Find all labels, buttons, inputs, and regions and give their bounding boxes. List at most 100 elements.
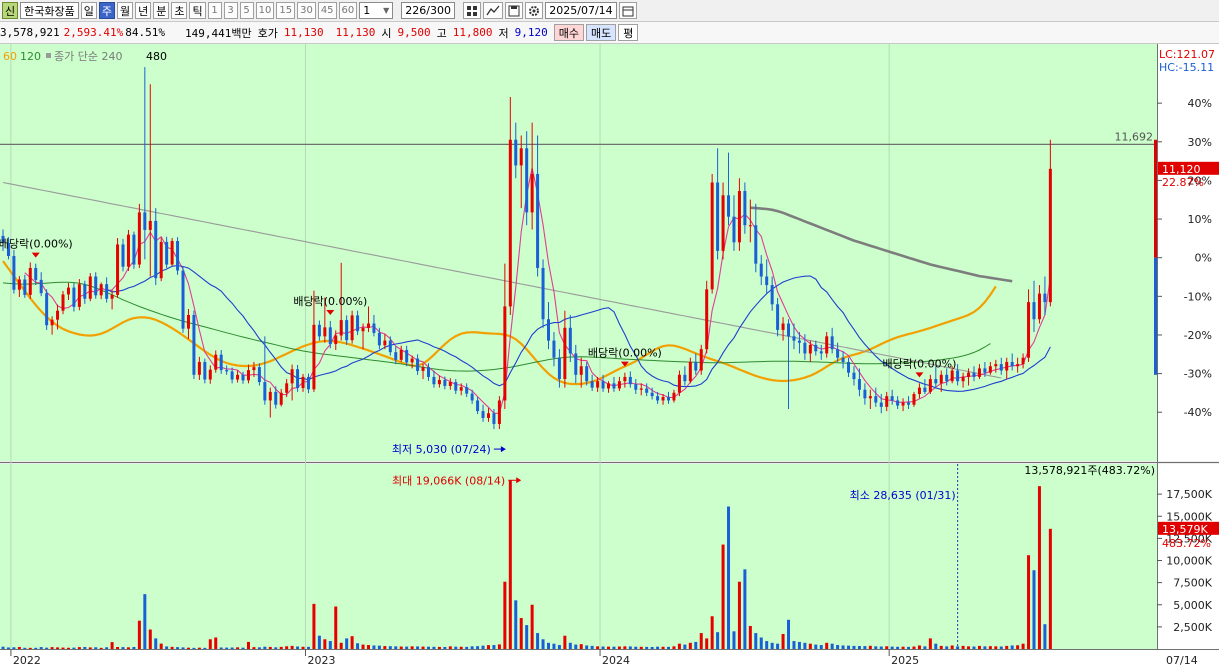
candle-body [366, 323, 370, 328]
interval-10[interactable]: 10 [255, 2, 275, 19]
volume-bar [77, 647, 81, 649]
volume-bar [1048, 528, 1052, 649]
candle-body [39, 279, 43, 294]
period-year[interactable]: 년 [135, 2, 152, 19]
candle-body [66, 287, 70, 295]
candle-body [426, 367, 430, 377]
grid-icon[interactable] [463, 2, 482, 19]
volume-bar [301, 646, 305, 649]
volume-bar [825, 642, 829, 649]
candle-body [639, 388, 643, 390]
period-second[interactable]: 초 [171, 2, 188, 19]
candle-body [612, 383, 616, 389]
candle-body [754, 225, 758, 264]
date-field[interactable]: 2025/07/14 [545, 2, 617, 19]
volume-bar [634, 646, 638, 649]
volume-bar [225, 647, 229, 649]
interval-60[interactable]: 60 [338, 2, 358, 19]
volume-bar [852, 645, 856, 649]
period-week[interactable]: 주 [98, 2, 115, 19]
volume-bar [476, 646, 480, 649]
candle-body [186, 314, 190, 329]
candle-body [879, 402, 883, 407]
volume-bar [143, 594, 147, 649]
period-minute[interactable]: 분 [153, 2, 170, 19]
candle-body [432, 376, 436, 385]
interval-15[interactable]: 15 [276, 2, 296, 19]
volume-bar [274, 647, 278, 649]
candle-body [514, 139, 518, 166]
volume-bar [132, 646, 136, 649]
period-month[interactable]: 월 [116, 2, 134, 19]
market-badge[interactable]: 신 [2, 2, 19, 19]
low-annotation: 최저 5,030 (07/24) [392, 443, 491, 456]
volume-bar [366, 645, 370, 649]
y-tick-label: -20% [1184, 329, 1212, 342]
quote-low: 9,120 [514, 26, 548, 39]
volume-bar [967, 646, 971, 649]
candle-body [28, 267, 32, 295]
price-volume-chart[interactable]: 11,692 배당락(0.00%) 배당락(0.00%) 배당락(0.00%) 배당락… [0, 44, 1219, 669]
candle-body [797, 340, 801, 343]
volume-bar [503, 581, 507, 649]
current-volume-pct-label: 483.72% [1162, 537, 1211, 550]
display-count-field[interactable]: 226/300 [401, 2, 456, 19]
count-select-value: 1 [363, 4, 371, 17]
candle-body [574, 353, 578, 375]
calendar-icon[interactable] [618, 2, 637, 19]
candle-body [459, 387, 463, 391]
volume-bar [928, 638, 932, 649]
dividend-label: 배당락(0.00%) [588, 347, 662, 360]
candle-body [705, 289, 709, 350]
candle-body [192, 314, 196, 375]
candle-body [907, 402, 911, 405]
candle-body [885, 396, 889, 407]
candle-body [165, 241, 169, 265]
volume-bar [1, 646, 5, 649]
candle-body [241, 374, 245, 381]
buy-button[interactable]: 매수 [553, 24, 584, 41]
volume-bar [470, 646, 474, 649]
candle-body [312, 324, 316, 390]
period-tick[interactable]: 틱 [189, 2, 206, 19]
compare-icon[interactable] [483, 2, 504, 19]
volume-bar [39, 647, 43, 649]
gear-icon[interactable] [525, 2, 544, 19]
volume-bar [765, 641, 769, 649]
volume-bar [110, 642, 114, 649]
eval-button[interactable]: 평 [618, 24, 639, 41]
volume-bar [650, 646, 654, 649]
volume-bar [999, 646, 1003, 649]
interval-1[interactable]: 1 [207, 2, 222, 19]
candle-body [416, 358, 420, 371]
interval-5[interactable]: 5 [239, 2, 254, 19]
interval-45[interactable]: 45 [317, 2, 337, 19]
y-tick-label: 30% [1188, 136, 1212, 149]
hc-label: HC:-15.11 [1159, 61, 1214, 74]
candle-body [12, 255, 16, 290]
candle-body [301, 376, 305, 389]
volume-bar [514, 600, 518, 649]
volume-bar [705, 638, 709, 649]
volume-bar [841, 645, 845, 649]
sell-button[interactable]: 매도 [585, 24, 617, 41]
candle-body [99, 284, 103, 296]
candle-body [421, 367, 425, 371]
interval-3[interactable]: 3 [223, 2, 238, 19]
candle-body [214, 354, 218, 370]
volume-bar [645, 646, 649, 649]
candle-body [628, 376, 632, 385]
volume-bar [661, 646, 665, 649]
period-day[interactable]: 일 [80, 2, 97, 19]
candle-body [1048, 168, 1052, 303]
volume-bar [907, 646, 911, 649]
count-select[interactable]: 1 ▼ [359, 2, 394, 19]
volume-bar [787, 619, 791, 649]
volume-bar [863, 646, 867, 649]
interval-30[interactable]: 30 [297, 2, 316, 19]
stock-name-field[interactable]: 한국화장품 [20, 2, 79, 19]
candle-body [121, 244, 125, 267]
candle-body [945, 374, 949, 382]
volume-bar [203, 647, 207, 649]
save-icon[interactable] [505, 2, 524, 19]
